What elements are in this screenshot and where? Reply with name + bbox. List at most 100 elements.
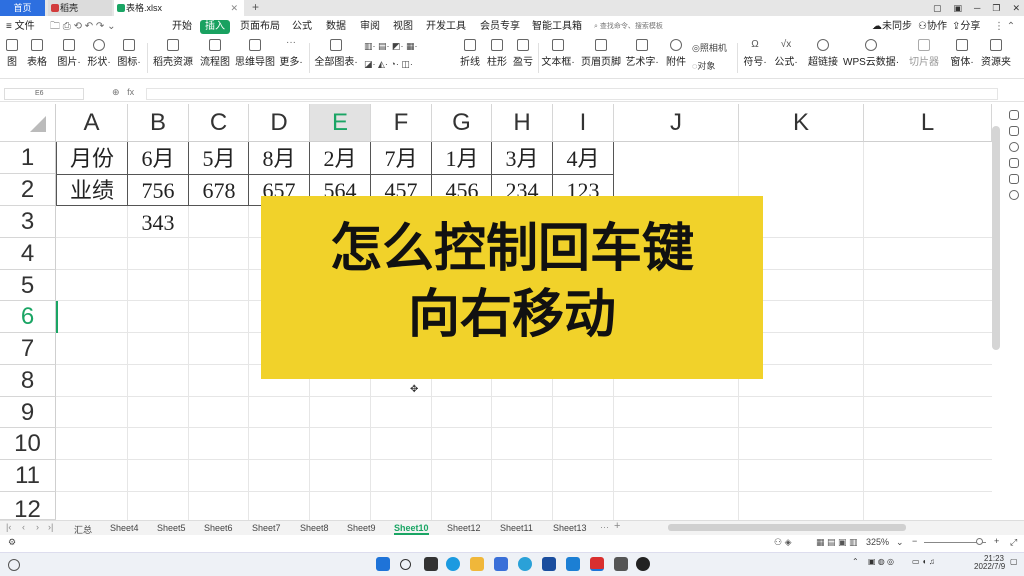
settings-icon[interactable] bbox=[1008, 158, 1019, 168]
ribbon-more[interactable]: ··· 更多· bbox=[278, 38, 304, 69]
edge-icon[interactable] bbox=[446, 557, 460, 571]
ribbon-shape[interactable]: 形状· bbox=[86, 39, 112, 68]
cell-I1[interactable]: 4月 bbox=[553, 144, 613, 174]
name-box[interactable]: E6 bbox=[4, 88, 84, 100]
sheet-tab[interactable]: Sheet5 bbox=[157, 523, 186, 533]
collaborate-button[interactable]: ⚇协作 bbox=[918, 17, 947, 37]
cell-D1[interactable]: 8月 bbox=[249, 144, 309, 174]
fx-icon[interactable]: fx bbox=[127, 87, 134, 97]
sheet-tab[interactable]: Sheet4 bbox=[110, 523, 139, 533]
zoom-lookup-icon[interactable]: ⊕ bbox=[112, 87, 120, 97]
ribbon-picture[interactable]: 图片· bbox=[56, 39, 82, 68]
sheet-tab[interactable]: Sheet8 bbox=[300, 523, 329, 533]
daoke-tab[interactable]: 稻壳 bbox=[48, 0, 112, 16]
widgets-icon[interactable] bbox=[8, 559, 20, 571]
column-header[interactable]: C bbox=[189, 104, 249, 142]
ribbon-flowchart[interactable]: 流程图 bbox=[199, 39, 231, 68]
cell-B3[interactable]: 343 bbox=[128, 208, 188, 238]
ribbon-resource-folder[interactable]: 资源夹 bbox=[980, 39, 1012, 68]
command-search[interactable]: ⌕ 查找命令、搜索模板 bbox=[594, 20, 704, 34]
column-header[interactable]: L bbox=[864, 104, 992, 142]
column-header[interactable]: I bbox=[553, 104, 614, 142]
app-icon[interactable] bbox=[518, 557, 532, 571]
open-icon[interactable]: 🗀 bbox=[50, 21, 60, 32]
app-icon[interactable] bbox=[542, 557, 556, 571]
tab-start[interactable]: 开始 bbox=[172, 17, 192, 37]
cell-C2[interactable]: 678 bbox=[189, 176, 249, 206]
more-menu-icon[interactable]: ⋮ ⌃ bbox=[994, 17, 1015, 37]
file-tab[interactable]: 表格.xlsx ✕ bbox=[114, 0, 244, 16]
more-quick-icon[interactable]: ⌄ bbox=[107, 21, 115, 32]
wps-icon[interactable] bbox=[590, 557, 604, 571]
task-view-icon[interactable] bbox=[424, 557, 438, 571]
print-icon[interactable]: ⎙ bbox=[63, 21, 71, 32]
column-header[interactable]: F bbox=[371, 104, 432, 142]
column-header[interactable]: A bbox=[56, 104, 128, 142]
add-sheet-button[interactable]: + bbox=[614, 520, 620, 532]
close-window-button[interactable]: ✕ bbox=[1012, 0, 1020, 16]
fullscreen-icon[interactable]: ⤢ bbox=[1010, 537, 1017, 548]
zoom-dropdown-icon[interactable]: ⌄ bbox=[896, 537, 904, 548]
horizontal-scrollbar[interactable] bbox=[668, 524, 906, 531]
sheet-tab[interactable]: Sheet9 bbox=[347, 523, 376, 533]
ribbon-textbox[interactable]: 文本框· bbox=[541, 39, 575, 68]
next-sheet-button[interactable]: › bbox=[36, 522, 39, 532]
tray-icons[interactable]: ▣ ◍ ◎ bbox=[868, 557, 894, 566]
formula-input[interactable] bbox=[146, 88, 998, 100]
cell-B2[interactable]: 756 bbox=[128, 176, 188, 206]
file-menu[interactable]: ≡ 文件 bbox=[6, 17, 35, 37]
ribbon-object[interactable]: ◌对象 bbox=[692, 59, 715, 72]
cell-H1[interactable]: 3月 bbox=[492, 144, 552, 174]
macro-status-icon[interactable]: ⚙ bbox=[8, 537, 16, 548]
properties-icon[interactable] bbox=[1008, 126, 1019, 136]
tab-data[interactable]: 数据 bbox=[326, 17, 346, 37]
row-header[interactable]: 7 bbox=[0, 333, 56, 365]
tab-developer[interactable]: 开发工具 bbox=[426, 17, 466, 37]
sheet-tab[interactable]: Sheet13 bbox=[553, 523, 587, 533]
clock[interactable]: 21:23 2022/7/9 bbox=[974, 555, 1005, 571]
ribbon-header-footer[interactable]: 页眉页脚 bbox=[580, 39, 622, 68]
minimize-button[interactable]: ─ bbox=[974, 0, 980, 16]
row-header[interactable]: 8 bbox=[0, 365, 56, 397]
close-tab-icon[interactable]: ✕ bbox=[230, 0, 238, 16]
redo-icon[interactable]: ↷ bbox=[96, 21, 104, 32]
cell-F1[interactable]: 7月 bbox=[371, 144, 431, 174]
ribbon-pivot-chart[interactable]: 图 bbox=[2, 39, 22, 68]
view-mode-icons[interactable]: ▦ ▤ ▣ ▥ bbox=[816, 537, 858, 548]
column-header[interactable]: H bbox=[492, 104, 553, 142]
vertical-scrollbar[interactable] bbox=[992, 126, 1000, 350]
last-sheet-button[interactable]: ›| bbox=[48, 522, 53, 532]
ribbon-symbol[interactable]: Ω 符号· bbox=[741, 39, 769, 68]
row-header[interactable]: 12 bbox=[0, 492, 56, 520]
sheet-tab[interactable]: Sheet11 bbox=[500, 523, 533, 533]
sheet-tab[interactable]: Sheet7 bbox=[252, 523, 281, 533]
cell-E1[interactable]: 2月 bbox=[310, 144, 370, 174]
sheet-tab[interactable]: Sheet12 bbox=[447, 523, 481, 533]
start-icon[interactable] bbox=[376, 557, 390, 571]
tab-page-layout[interactable]: 页面布局 bbox=[240, 17, 280, 37]
tile-icon[interactable]: ▣ bbox=[953, 0, 962, 16]
cell-A2[interactable]: 业绩 bbox=[56, 176, 128, 206]
app-icon[interactable] bbox=[636, 557, 650, 571]
zoom-level[interactable]: 325% bbox=[866, 537, 889, 547]
tab-member[interactable]: 会员专享 bbox=[480, 17, 520, 37]
chart-type-gallery[interactable]: ▥· ▤· ◩· ▦· bbox=[364, 41, 418, 52]
column-header[interactable]: K bbox=[739, 104, 864, 142]
backup-icon[interactable] bbox=[1008, 174, 1019, 184]
row-header[interactable]: 3 bbox=[0, 206, 56, 238]
tab-review[interactable]: 审阅 bbox=[360, 17, 380, 37]
undo-icon[interactable]: ↶ bbox=[85, 21, 93, 32]
select-tool-icon[interactable] bbox=[1008, 110, 1019, 120]
more-sheets-button[interactable]: ··· bbox=[600, 522, 609, 532]
row-header[interactable]: 5 bbox=[0, 270, 56, 301]
tray-chevron-icon[interactable]: ⌃ bbox=[852, 557, 859, 566]
eye-protection-icon[interactable]: ⚇ ◈ bbox=[774, 537, 792, 548]
notification-icon[interactable]: ▢ bbox=[1010, 557, 1018, 566]
ribbon-mindmap[interactable]: 思维导图 bbox=[234, 39, 276, 68]
cell-B1[interactable]: 6月 bbox=[128, 144, 188, 174]
zoom-out-button[interactable]: − bbox=[912, 536, 917, 546]
cell-A1[interactable]: 月份 bbox=[56, 144, 128, 174]
tab-insert[interactable]: 插入 bbox=[200, 20, 230, 34]
first-sheet-button[interactable]: |‹ bbox=[6, 522, 11, 532]
ribbon-table[interactable]: 表格 bbox=[26, 39, 48, 68]
